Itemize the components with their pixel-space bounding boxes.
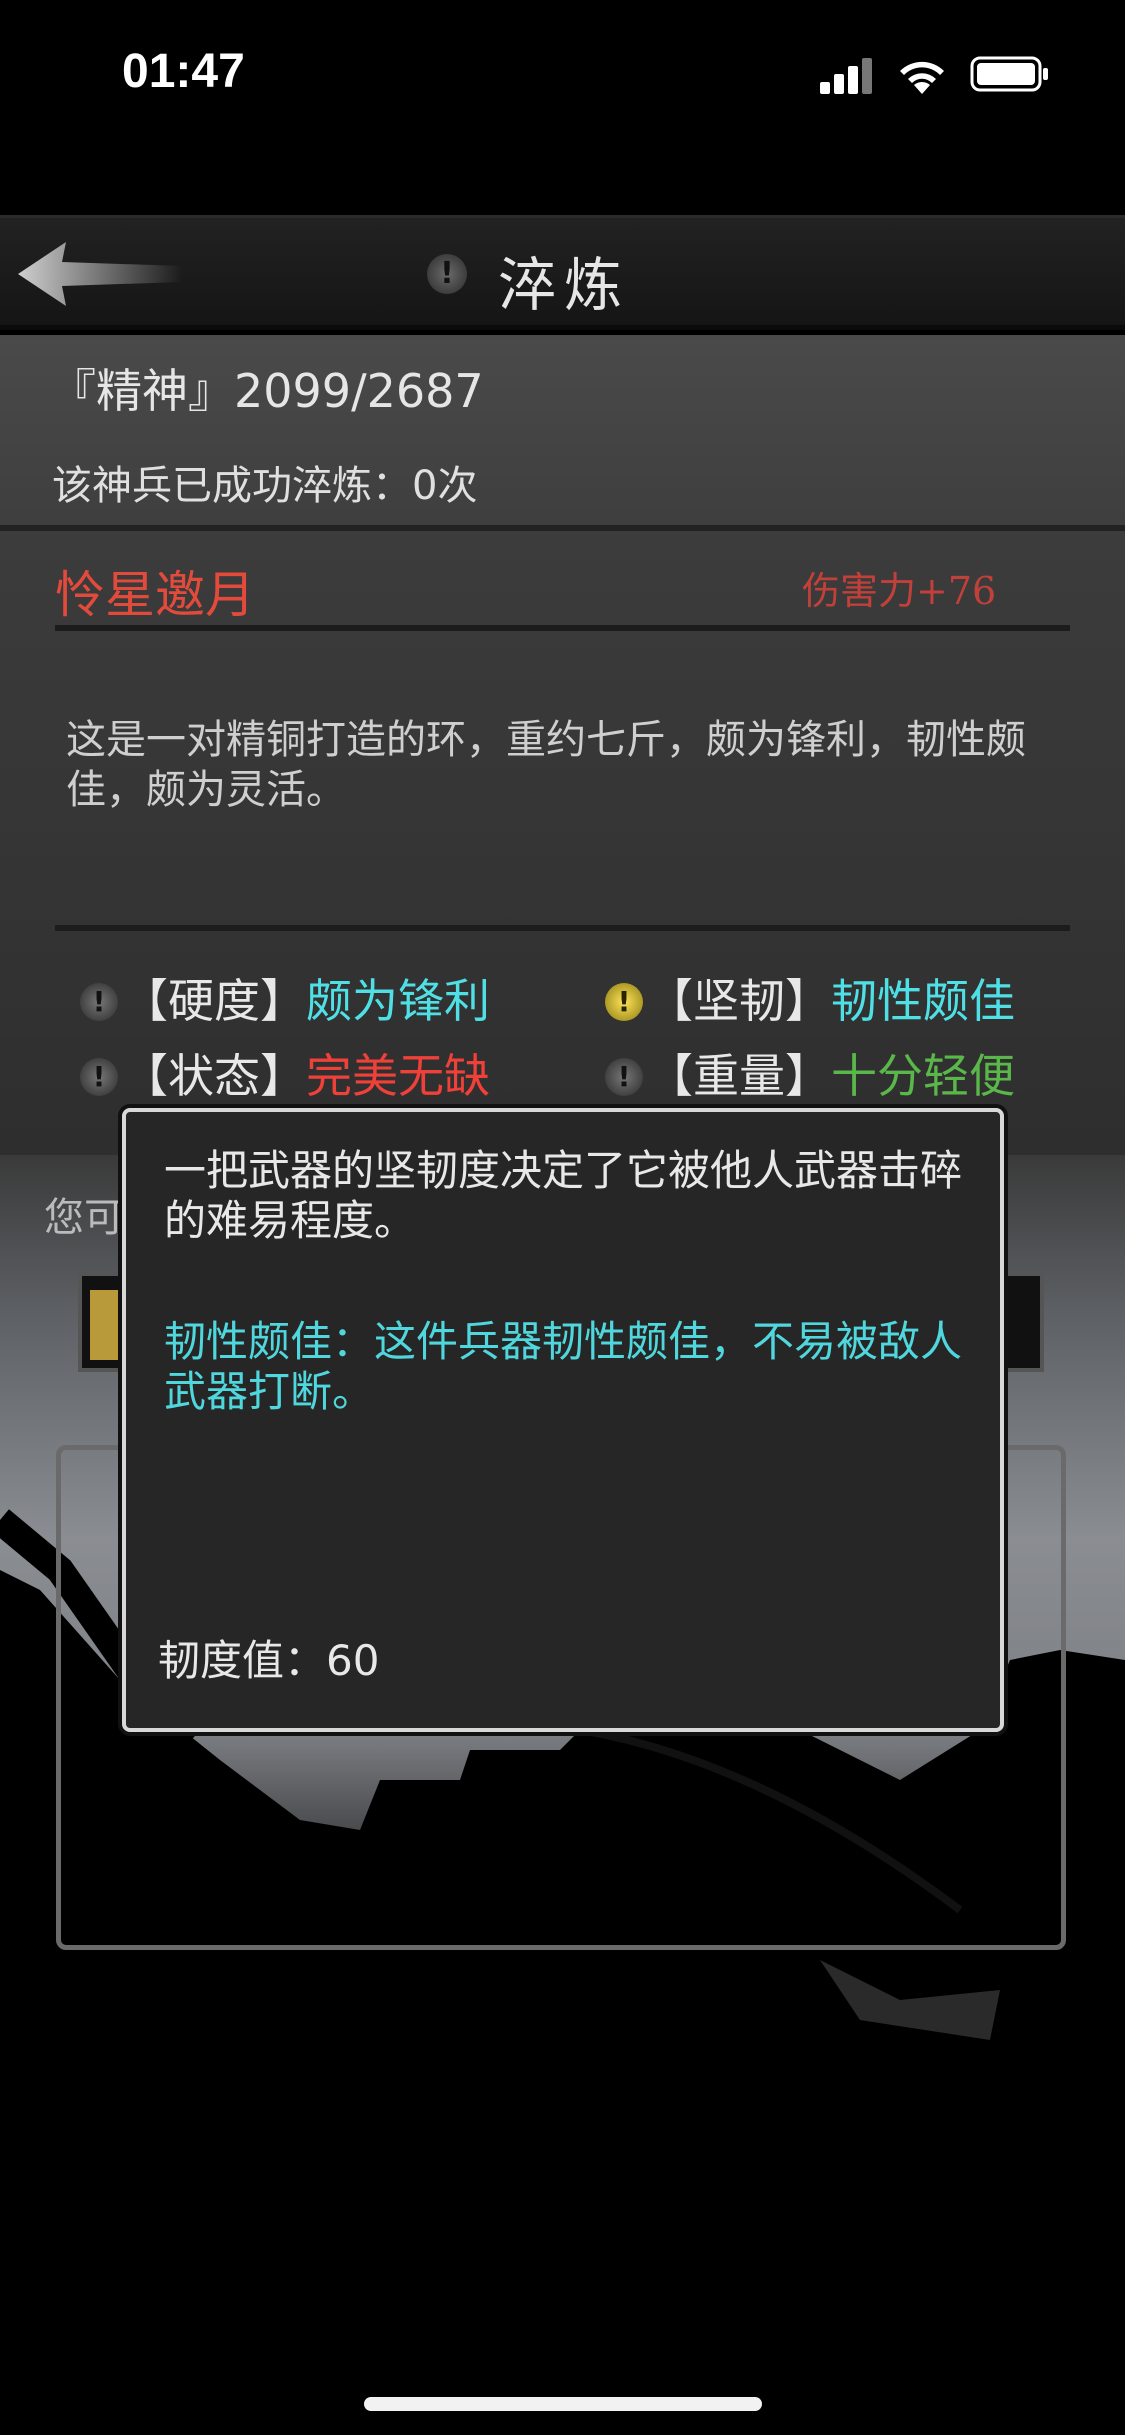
battery-icon xyxy=(970,56,1048,92)
header-bar: ! 淬炼 xyxy=(0,215,1125,330)
attribute-toughness[interactable]: ! 【坚韧】韧性颇佳 xyxy=(605,965,1015,1031)
tooltip-description: 一把武器的坚韧度决定了它被他人武器击碎的难易程度。 xyxy=(164,1146,963,1245)
refine-count: 该神兵已成功淬炼：0次 xyxy=(52,463,478,509)
attribute-label: 【重量】 xyxy=(647,1049,831,1103)
hint-text: 您可 xyxy=(44,1195,124,1241)
divider xyxy=(55,925,1070,931)
weapon-name: 怜星邀月 xyxy=(55,566,255,624)
status-bar: 01:47 xyxy=(0,0,1125,150)
damage-value: 伤害力+76 xyxy=(802,569,997,613)
info-icon[interactable]: ! xyxy=(427,254,467,294)
attribute-hardness[interactable]: ! 【硬度】颇为锋利 xyxy=(80,965,490,1031)
attribute-value: 韧性颇佳 xyxy=(831,974,1015,1028)
attribute-label: 【硬度】 xyxy=(122,974,306,1028)
attribute-value: 完美无缺 xyxy=(306,1049,490,1103)
wifi-icon xyxy=(900,61,944,94)
attribute-value: 十分轻便 xyxy=(831,1049,1015,1103)
toughness-tooltip[interactable]: 一把武器的坚韧度决定了它被他人武器击碎的难易程度。 韧性颇佳：这件兵器韧性颇佳，… xyxy=(122,1108,1004,1732)
info-icon[interactable]: ! xyxy=(80,983,118,1021)
attribute-label: 【坚韧】 xyxy=(647,974,831,1028)
attribute-value: 颇为锋利 xyxy=(306,974,490,1028)
home-indicator[interactable] xyxy=(364,2397,762,2411)
attribute-label: 【状态】 xyxy=(122,1049,306,1103)
tooltip-detail: 韧性颇佳：这件兵器韧性颇佳，不易被敌人武器打断。 xyxy=(164,1317,963,1416)
info-icon[interactable]: ! xyxy=(80,1058,118,1096)
page-title: 淬炼 xyxy=(498,251,631,319)
status-time: 01:47 xyxy=(122,45,245,98)
attribute-weight[interactable]: ! 【重量】十分轻便 xyxy=(605,1040,1015,1106)
info-icon[interactable]: ! xyxy=(605,983,643,1021)
info-icon[interactable]: ! xyxy=(605,1058,643,1096)
toughness-value: 韧度值：60 xyxy=(158,1636,380,1685)
spirit-stat: 『精神』2099/2687 xyxy=(50,364,484,418)
attribute-condition[interactable]: ! 【状态】完美无缺 xyxy=(80,1040,490,1106)
refine-panel: 『精神』2099/2687 该神兵已成功淬炼：0次 怜星邀月 伤害力+76 这是… xyxy=(0,335,1125,1155)
divider xyxy=(55,625,1070,631)
back-arrow-button[interactable] xyxy=(14,238,184,310)
cellular-signal-icon xyxy=(820,58,876,94)
weapon-description: 这是一对精铜打造的环，重约七斤，颇为锋利，韧性颇佳，颇为灵活。 xyxy=(66,717,1026,813)
